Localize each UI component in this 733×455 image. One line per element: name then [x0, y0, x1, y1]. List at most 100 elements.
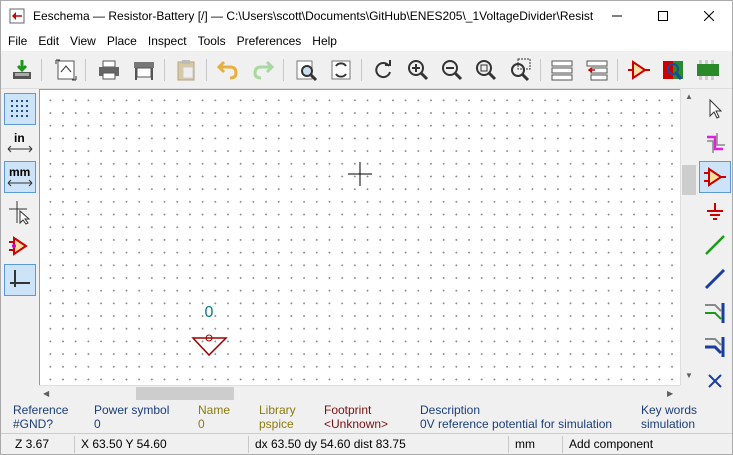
bus-bus-entry-icon	[705, 337, 725, 357]
status-delta: dx 63.50 dy 54.60 dist 83.75	[251, 436, 509, 453]
highlight-net-icon	[707, 133, 725, 153]
wire-bus-entry-button[interactable]	[699, 297, 731, 329]
full-crosshair-button[interactable]	[4, 196, 36, 228]
symbol-browser-icon	[663, 61, 683, 80]
eeschema-window: Eeschema — Resistor-Battery [/] — C:\Use…	[0, 0, 733, 455]
menu-bar: File Edit View Place Inspect Tools Prefe…	[1, 31, 732, 51]
zoom-selection-button[interactable]	[507, 57, 533, 83]
scroll-left-icon[interactable]: ◀	[43, 389, 49, 398]
leave-sheet-icon	[586, 60, 608, 81]
window-title: Eeschema — Resistor-Battery [/] — C:\Use…	[33, 9, 593, 23]
highlight-net-button[interactable]	[699, 127, 731, 159]
crosshair-cursor	[348, 162, 372, 186]
menu-edit[interactable]: Edit	[34, 34, 63, 48]
add-bus-button[interactable]	[699, 263, 731, 295]
print-button[interactable]	[96, 57, 122, 83]
zoom-fit-icon	[476, 60, 497, 81]
menu-inspect[interactable]: Inspect	[144, 34, 191, 48]
zoom-out-button[interactable]	[439, 57, 465, 83]
maximize-button[interactable]	[640, 1, 686, 31]
redo-icon	[253, 60, 275, 80]
symbol-browser-button[interactable]	[660, 57, 686, 83]
ground-symbol-value: 0	[205, 304, 214, 321]
hierarchy-icon	[551, 60, 573, 81]
refresh-icon	[375, 60, 391, 79]
inches-icon: in	[7, 131, 33, 153]
eeschema-app-icon	[9, 8, 25, 24]
menu-preferences[interactable]: Preferences	[233, 34, 306, 48]
schematic-canvas[interactable]: 0	[39, 89, 680, 385]
menu-tools[interactable]: Tools	[194, 34, 230, 48]
page-settings-button[interactable]	[53, 57, 79, 83]
footprint-assign-button[interactable]	[695, 57, 721, 83]
printer-icon	[99, 60, 119, 80]
vertical-scrollbar[interactable]: ▲ ▼	[680, 89, 697, 385]
paste-button[interactable]	[173, 57, 199, 83]
toggle-grid-button[interactable]	[4, 93, 36, 125]
leave-sheet-button[interactable]	[584, 57, 610, 83]
add-wire-button[interactable]	[699, 229, 731, 261]
main-toolbar	[1, 51, 732, 89]
symbol-editor-button[interactable]	[626, 57, 652, 83]
undo-icon	[216, 60, 238, 80]
scroll-right-icon[interactable]: ▶	[667, 389, 673, 398]
horizontal-scrollbar[interactable]: ◀ ▶	[39, 385, 680, 401]
info-power-symbol: Power symbol 0	[94, 403, 170, 431]
status-zoom: Z 3.67	[11, 436, 75, 453]
add-symbol-icon	[704, 167, 726, 187]
no-connect-button[interactable]	[699, 365, 731, 397]
ground-symbol[interactable]: 0	[191, 304, 228, 357]
plot-button[interactable]	[131, 57, 157, 83]
find-replace-icon	[331, 60, 351, 80]
menu-file[interactable]: File	[4, 34, 31, 48]
info-name: Name 0	[198, 403, 231, 431]
units-inches-button[interactable]: in	[4, 127, 36, 159]
power-ground-icon	[707, 203, 723, 220]
info-footprint: Footprint <Unknown>	[324, 403, 389, 431]
mm-label: mm	[9, 165, 30, 179]
orthogonal-lines-button[interactable]	[4, 264, 36, 296]
paste-icon	[177, 60, 195, 81]
add-power-button[interactable]	[699, 195, 731, 227]
find-button[interactable]	[293, 57, 319, 83]
status-units: mm	[511, 436, 563, 453]
orthogonal-lines-icon	[10, 270, 30, 287]
units-mm-button[interactable]: mm	[4, 161, 36, 193]
close-button[interactable]	[686, 1, 732, 31]
info-description: Description 0V reference potential for s…	[420, 403, 613, 431]
show-hidden-pins-button[interactable]	[4, 230, 36, 262]
find-replace-button[interactable]	[328, 57, 354, 83]
menu-view[interactable]: View	[66, 34, 100, 48]
message-panel: Reference #GND? Power symbol 0 Name 0 Li…	[1, 401, 732, 433]
scroll-up-icon[interactable]: ▲	[685, 92, 693, 101]
zoom-in-icon	[408, 60, 429, 81]
millimeters-icon: mm	[7, 165, 33, 187]
title-bar: Eeschema — Resistor-Battery [/] — C:\Use…	[1, 1, 732, 31]
info-keywords: Key words simulation	[641, 403, 698, 431]
left-toolbar: in mm	[1, 89, 39, 401]
info-library: Library pspice	[259, 403, 296, 431]
wire-icon	[705, 235, 725, 255]
inches-label: in	[14, 131, 25, 145]
select-tool-button[interactable]	[699, 93, 731, 125]
scroll-down-icon[interactable]: ▼	[685, 371, 693, 380]
undo-button[interactable]	[215, 57, 241, 83]
horizontal-scroll-thumb[interactable]	[136, 387, 234, 400]
redraw-button[interactable]	[370, 57, 396, 83]
save-button[interactable]	[9, 57, 35, 83]
vertical-scroll-thumb[interactable]	[682, 165, 696, 195]
zoom-fit-button[interactable]	[473, 57, 499, 83]
zoom-in-button[interactable]	[405, 57, 431, 83]
crosshair-cursor-icon	[9, 201, 31, 225]
save-icon	[13, 60, 31, 79]
add-symbol-button[interactable]	[699, 161, 731, 193]
info-reference: Reference #GND?	[13, 403, 69, 431]
redo-button[interactable]	[250, 57, 276, 83]
symbol-editor-icon	[628, 60, 650, 80]
minimize-button[interactable]	[594, 1, 640, 31]
schematic-drawing: 0	[191, 162, 372, 357]
menu-help[interactable]: Help	[308, 34, 341, 48]
hierarchy-navigator-button[interactable]	[549, 57, 575, 83]
bus-bus-entry-button[interactable]	[699, 331, 731, 363]
menu-place[interactable]: Place	[103, 34, 141, 48]
